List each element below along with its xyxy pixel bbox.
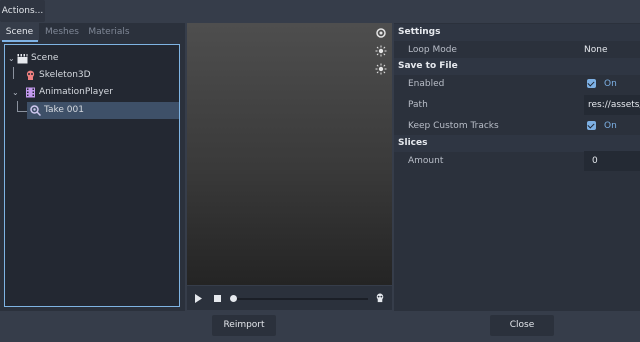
collapse-arrow-icon[interactable]: ⌄ xyxy=(8,50,15,67)
tree-item-animationplayer[interactable]: ⌄ AnimationPlayer xyxy=(6,84,178,101)
tree-item-label: Skeleton3D xyxy=(39,70,91,80)
tree-item-label: AnimationPlayer xyxy=(39,87,113,97)
tab-meshes[interactable]: Meshes xyxy=(44,23,80,41)
actions-menu-button[interactable]: Actions... xyxy=(0,0,45,22)
animation-player-icon xyxy=(26,87,35,98)
enabled-label: Enabled xyxy=(408,79,445,89)
section-header-slices[interactable]: Slices xyxy=(394,135,640,152)
loop-mode-label: Loop Mode xyxy=(408,45,457,55)
section-header-save-to-file[interactable]: Save to File xyxy=(394,58,640,75)
reimport-button[interactable]: Reimport xyxy=(212,315,276,336)
close-button[interactable]: Close xyxy=(490,315,554,336)
clapperboard-icon xyxy=(17,54,28,64)
tree-item-skeleton3d[interactable]: Skeleton3D xyxy=(6,67,178,84)
playback-bar xyxy=(187,286,392,310)
rotate-view-icon[interactable] xyxy=(375,27,387,39)
path-label: Path xyxy=(408,100,428,110)
amount-label: Amount xyxy=(408,156,444,166)
keep-custom-tracks-value: On xyxy=(604,121,617,131)
loop-mode-dropdown[interactable]: None xyxy=(584,40,640,60)
tab-materials[interactable]: Materials xyxy=(88,23,130,41)
timeline-scrubber-handle[interactable] xyxy=(230,295,237,302)
amount-spinbox[interactable]: 0 xyxy=(584,151,640,171)
preview-viewport[interactable] xyxy=(187,23,392,285)
light-1-icon[interactable] xyxy=(375,45,387,57)
skeleton-icon xyxy=(26,70,35,80)
keep-custom-tracks-checkbox[interactable]: On xyxy=(587,116,640,136)
skeleton-toggle-icon[interactable] xyxy=(375,293,385,303)
tab-scene[interactable]: Scene xyxy=(0,23,39,41)
tree-item-take-001[interactable]: Take 001 xyxy=(27,102,179,119)
tree-connector xyxy=(17,111,27,112)
timeline-track[interactable] xyxy=(234,298,368,300)
section-header-settings[interactable]: Settings xyxy=(394,24,640,41)
scene-tree[interactable]: ⌄ Scene Skeleton3D ⌄ AnimationPlayer Tak… xyxy=(4,44,180,307)
keep-custom-tracks-label: Keep Custom Tracks xyxy=(408,121,499,131)
animation-icon xyxy=(30,105,41,116)
import-settings-inspector: Settings Loop Mode None Save to File Ena… xyxy=(394,23,640,311)
tree-item-label: Take 001 xyxy=(44,105,84,115)
checkbox-checked-icon xyxy=(587,79,596,88)
active-tab-indicator xyxy=(2,40,38,42)
collapse-arrow-icon[interactable]: ⌄ xyxy=(12,84,19,101)
scene-panel: Scene Meshes Materials ⌄ Scene Skeleton3… xyxy=(0,23,185,311)
enabled-checkbox[interactable]: On xyxy=(587,74,640,94)
path-input[interactable]: res://assets/p xyxy=(584,95,640,115)
light-2-icon[interactable] xyxy=(375,63,387,75)
play-icon[interactable] xyxy=(195,294,203,303)
checkbox-checked-icon xyxy=(587,121,596,130)
stop-icon[interactable] xyxy=(214,295,221,302)
tree-item-label: Scene xyxy=(31,53,59,63)
tree-item-scene[interactable]: ⌄ Scene xyxy=(6,50,178,67)
enabled-value: On xyxy=(604,79,617,89)
